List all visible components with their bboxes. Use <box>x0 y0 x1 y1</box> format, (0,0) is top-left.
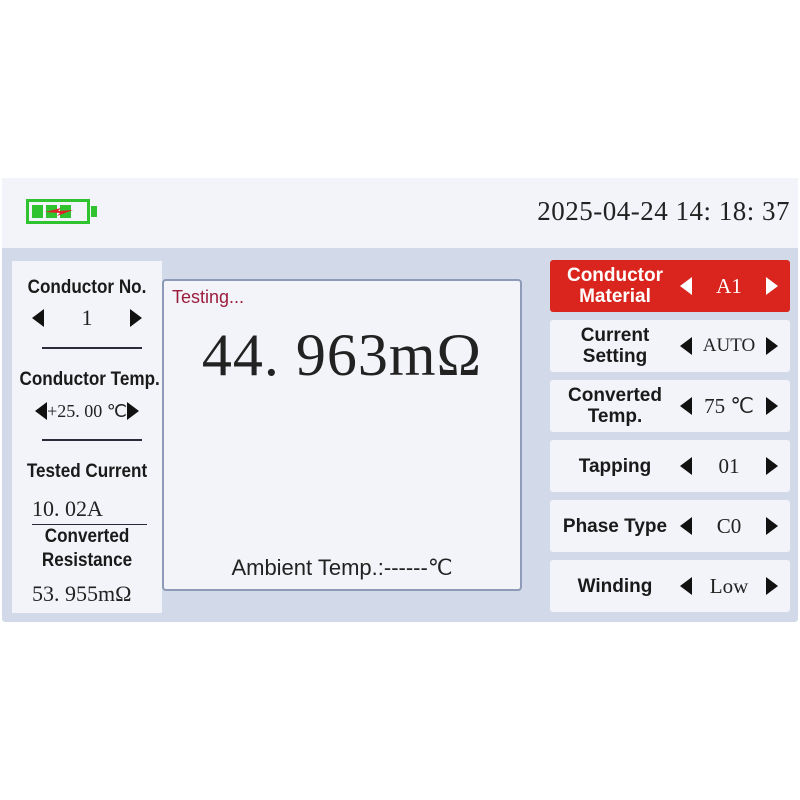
setting-label: Winding <box>550 576 680 597</box>
conductor-temp-label: Conductor Temp. <box>19 369 160 390</box>
setting-label-line1: Phase Type <box>562 515 668 537</box>
setting-label-line2: Temp. <box>587 406 643 427</box>
arrow-right-icon[interactable] <box>766 337 778 355</box>
setting-tapping[interactable]: Tapping 01 <box>550 440 790 492</box>
setting-label-line2: Setting <box>582 346 648 367</box>
setting-control: 01 <box>680 454 790 479</box>
measurement-panel: Testing... 44. 963mΩ Ambient Temp.:-----… <box>162 279 522 591</box>
setting-label-line2: Material <box>579 286 651 307</box>
setting-label: Tapping <box>550 456 680 477</box>
setting-value: A1 <box>716 273 742 298</box>
arrow-left-icon[interactable] <box>680 457 692 475</box>
tested-current-value: 10. 02A <box>32 496 103 521</box>
setting-phase-type[interactable]: Phase Type C0 <box>550 500 790 552</box>
tested-current-label: Tested Current <box>26 461 148 482</box>
setting-label-line1: Current <box>580 325 650 346</box>
setting-converted-temp[interactable]: Converted Temp. 75 ℃ <box>550 380 790 432</box>
setting-label-line1: Winding <box>577 575 653 597</box>
setting-value: AUTO <box>702 335 756 356</box>
divider <box>42 347 142 349</box>
conductor-no-label: Conductor No. <box>27 277 147 298</box>
conductor-no-value: 1 <box>81 305 93 330</box>
converted-resistance-label-2: Resistance <box>41 550 133 571</box>
arrow-left-icon[interactable] <box>680 277 692 295</box>
setting-label: Converted Temp. <box>550 385 680 427</box>
setting-winding[interactable]: Winding Low <box>550 560 790 612</box>
setting-control: C0 <box>680 514 790 539</box>
converted-resistance-value: 53. 955mΩ <box>32 581 132 606</box>
arrow-right-icon[interactable] <box>766 457 778 475</box>
setting-label: Phase Type <box>550 516 680 537</box>
arrow-right-icon[interactable] <box>126 402 139 420</box>
resistance-reading: 44. 963mΩ <box>201 322 483 388</box>
setting-current-setting[interactable]: Current Setting AUTO <box>550 320 790 372</box>
arrow-left-icon[interactable] <box>680 577 692 595</box>
setting-value: Low <box>709 573 749 598</box>
arrow-left-icon[interactable] <box>680 517 692 535</box>
setting-label-line1: Tapping <box>578 455 652 477</box>
arrow-left-icon[interactable] <box>680 337 692 355</box>
setting-label-line1: Conductor <box>566 265 664 286</box>
arrow-right-icon[interactable] <box>130 309 142 327</box>
conductor-temp-value: +25. 00 ℃ <box>47 400 127 421</box>
arrow-right-icon[interactable] <box>766 577 778 595</box>
arrow-right-icon[interactable] <box>765 517 778 535</box>
setting-value: C0 <box>716 513 742 538</box>
divider <box>42 439 142 441</box>
setting-label: Conductor Material <box>550 265 680 307</box>
battery-charging-icon <box>26 199 90 224</box>
converted-resistance-label-1: Converted <box>44 526 130 547</box>
battery-tip <box>91 206 97 217</box>
divider <box>32 524 147 525</box>
status-text: Testing... <box>172 287 245 307</box>
conductor-no-selector[interactable]: 1 <box>12 304 162 332</box>
setting-control: 75 ℃ <box>680 394 790 419</box>
datetime: 2025-04-24 14: 18: 37 <box>537 196 790 226</box>
arrow-left-icon[interactable] <box>32 309 44 327</box>
setting-label: Current Setting <box>550 325 680 367</box>
status-bar: 2025-04-24 14: 18: 37 <box>2 178 798 248</box>
setting-control: Low <box>680 574 790 599</box>
setting-conductor-material[interactable]: Conductor Material A1 <box>550 260 790 312</box>
arrow-left-icon[interactable] <box>35 402 48 420</box>
device-screen: 2025-04-24 14: 18: 37 Conductor No. 1 Co… <box>2 178 798 622</box>
left-panel: Conductor No. 1 Conductor Temp. +25. 00 … <box>12 261 162 613</box>
setting-label-line1: Converted <box>568 385 662 406</box>
setting-control: AUTO <box>680 335 790 357</box>
conductor-temp-selector[interactable]: +25. 00 ℃ <box>12 397 162 425</box>
setting-value: 75 ℃ <box>704 393 754 418</box>
arrow-right-icon[interactable] <box>765 277 778 295</box>
setting-value: 01 <box>718 453 740 478</box>
arrow-left-icon[interactable] <box>680 397 692 415</box>
arrow-right-icon[interactable] <box>766 397 778 415</box>
ambient-temp: Ambient Temp.:------℃ <box>231 555 453 580</box>
setting-control: A1 <box>680 274 790 299</box>
